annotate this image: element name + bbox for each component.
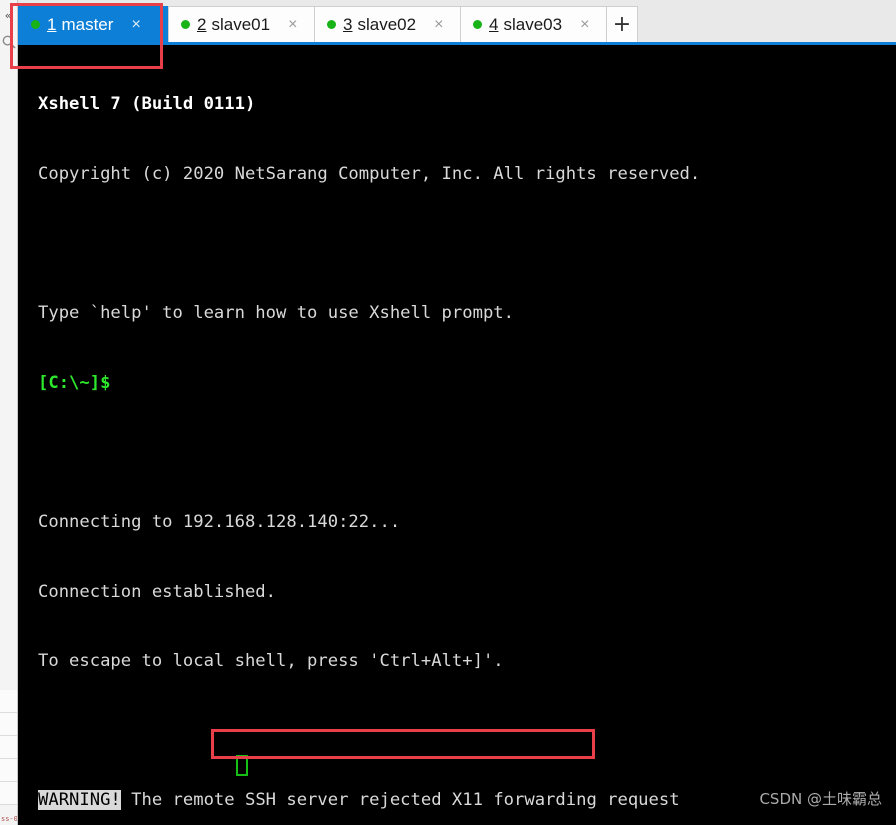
terminal-line-text: Connection established.: [38, 581, 276, 602]
connection-status-dot-icon: [327, 20, 336, 29]
terminal-prompt-local: [C:\~]$: [38, 372, 111, 393]
search-icon[interactable]: [1, 34, 17, 50]
terminal-screen[interactable]: Xshell 7 (Build 0111) Copyright (c) 2020…: [18, 45, 896, 825]
tab-index: 2: [197, 14, 207, 34]
terminal-line: Connection established.: [38, 581, 896, 604]
connection-status-dot-icon: [181, 20, 190, 29]
tab-strip: 1 master × 2 slave01 × 3 slave02 × 4 sla…: [18, 6, 638, 44]
close-icon[interactable]: ×: [127, 16, 144, 33]
terminal-line-text: Xshell 7 (Build 0111): [38, 94, 256, 115]
tab-index: 4: [489, 14, 499, 34]
collapse-chevron-icon[interactable]: «: [1, 8, 15, 24]
list-item[interactable]: [0, 690, 17, 713]
session-list-stub[interactable]: [0, 690, 17, 810]
new-tab-button[interactable]: +: [606, 6, 638, 43]
connection-status-dot-icon: [473, 20, 482, 29]
terminal-line: Type `help' to learn how to use Xshell p…: [38, 302, 896, 325]
tab-label: slave03: [503, 14, 563, 34]
terminal-line-text: Copyright (c) 2020 NetSarang Computer, I…: [38, 164, 701, 184]
terminal-line-text: The remote SSH server rejected X11 forwa…: [120, 790, 680, 811]
tab-label: master: [61, 14, 114, 34]
tab-bar: 1 master × 2 slave01 × 3 slave02 × 4 sla…: [18, 0, 896, 44]
list-item[interactable]: [0, 759, 17, 782]
terminal-output: Xshell 7 (Build 0111) Copyright (c) 2020…: [38, 47, 896, 825]
terminal-line: Xshell 7 (Build 0111): [38, 93, 896, 116]
tab-slave03[interactable]: 4 slave03 ×: [460, 6, 607, 42]
terminal-line: To escape to local shell, press 'Ctrl+Al…: [38, 650, 896, 673]
rail-status-text: ss-0: [1, 815, 17, 823]
terminal-line-text: Type `help' to learn how to use Xshell p…: [38, 303, 514, 324]
list-item[interactable]: [0, 713, 17, 736]
tab-slave02[interactable]: 3 slave02 ×: [314, 6, 461, 42]
terminal-line-text: Connecting to 192.168.128.140:22...: [38, 511, 401, 532]
tab-label: slave01: [211, 14, 271, 34]
left-side-panel[interactable]: « ss-0: [0, 0, 18, 825]
connection-status-dot-icon: [31, 20, 40, 29]
watermark: CSDN @土味霸总: [759, 790, 882, 808]
list-item[interactable]: [0, 782, 17, 805]
terminal-line: Copyright (c) 2020 NetSarang Computer, I…: [38, 163, 896, 186]
tab-label: slave02: [357, 14, 417, 34]
warning-badge: WARNING!: [38, 790, 121, 811]
tab-index: 1: [47, 14, 57, 34]
terminal-line-text: To escape to local shell, press 'Ctrl+Al…: [38, 651, 504, 672]
tab-master[interactable]: 1 master ×: [18, 6, 169, 42]
terminal-line: Connecting to 192.168.128.140:22...: [38, 511, 896, 534]
tab-slave01[interactable]: 2 slave01 ×: [168, 6, 315, 42]
close-icon[interactable]: ×: [576, 16, 593, 33]
list-item[interactable]: [0, 736, 17, 759]
terminal-cursor: [236, 755, 248, 776]
close-icon[interactable]: ×: [284, 16, 301, 33]
terminal-line: [C:\~]$: [38, 372, 896, 395]
close-icon[interactable]: ×: [430, 16, 447, 33]
tab-index: 3: [343, 14, 353, 34]
